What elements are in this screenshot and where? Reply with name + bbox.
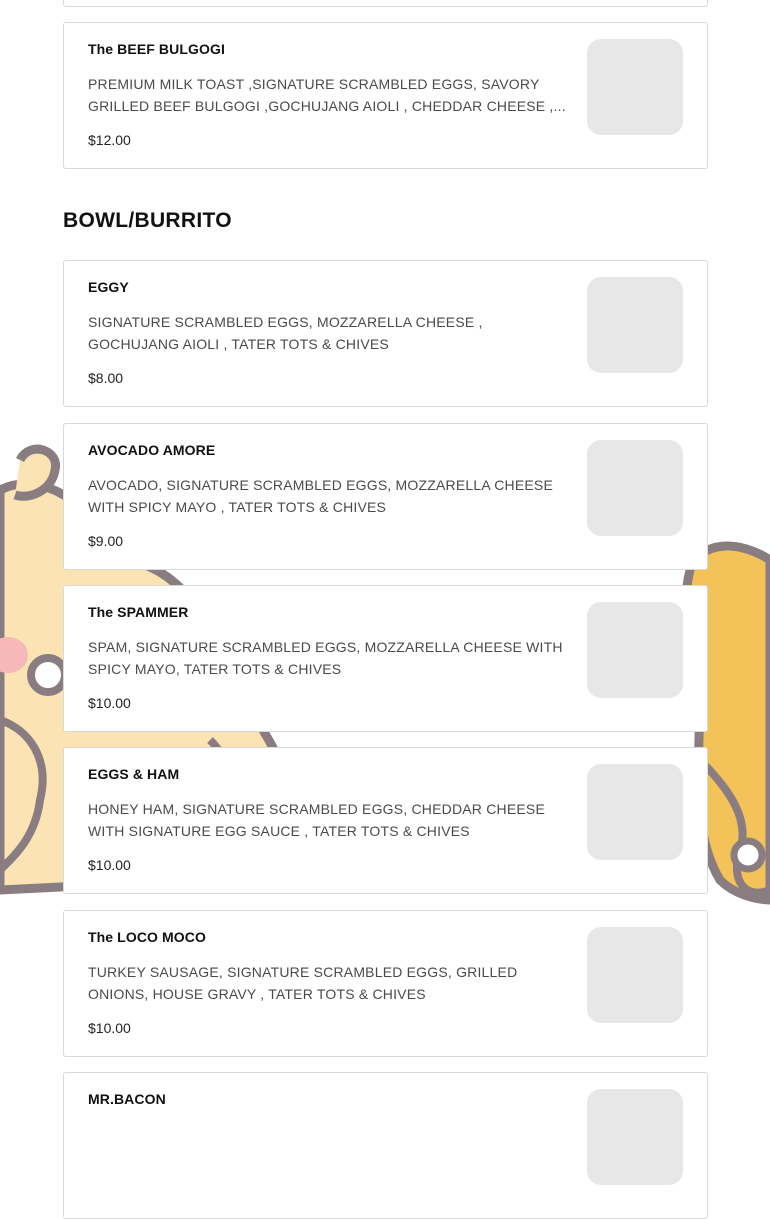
menu-item-image-placeholder[interactable] bbox=[587, 927, 683, 1023]
left-character-eye bbox=[27, 654, 69, 696]
menu-item-description: TURKEY SAUSAGE, SIGNATURE SCRAMBLED EGGS… bbox=[88, 964, 518, 1002]
menu-item-description: SIGNATURE SCRAMBLED EGGS, MOZZARELLA CHE… bbox=[88, 314, 483, 352]
menu-item-image-placeholder[interactable] bbox=[587, 440, 683, 536]
menu-item-card[interactable]: The SPAMMER SPAM, SIGNATURE SCRAMBLED EG… bbox=[63, 585, 708, 732]
menu-item-image-placeholder[interactable] bbox=[587, 764, 683, 860]
menu-item-description: HONEY HAM, SIGNATURE SCRAMBLED EGGS, CHE… bbox=[88, 801, 545, 839]
section-title: BOWL/BURRITO bbox=[63, 209, 232, 232]
menu-item-price: $12.00 bbox=[88, 132, 131, 148]
menu-item-name: EGGS & HAM bbox=[88, 766, 180, 782]
menu-item-image-placeholder[interactable] bbox=[587, 602, 683, 698]
menu-item-card[interactable]: MR.BACON bbox=[63, 1072, 708, 1219]
menu-item-name: MR.BACON bbox=[88, 1091, 166, 1107]
menu-item-name: The LOCO MOCO bbox=[88, 929, 206, 945]
menu-item-card-partial[interactable] bbox=[63, 0, 708, 7]
menu-item-price: $9.00 bbox=[88, 533, 124, 549]
menu-item-name: The SPAMMER bbox=[88, 604, 189, 620]
left-character-ear bbox=[13, 444, 60, 501]
menu-item-description: AVOCADO, SIGNATURE SCRAMBLED EGGS, MOZZA… bbox=[88, 477, 553, 515]
menu-item-price: $8.00 bbox=[88, 370, 124, 386]
menu-item-card[interactable]: EGGY SIGNATURE SCRAMBLED EGGS, MOZZARELL… bbox=[63, 260, 708, 407]
menu-item-image-placeholder[interactable] bbox=[587, 277, 683, 373]
menu-item-description: SPAM, SIGNATURE SCRAMBLED EGGS, MOZZAREL… bbox=[88, 639, 563, 677]
menu-item-price: $10.00 bbox=[88, 695, 131, 711]
menu-item-image-placeholder[interactable] bbox=[587, 39, 683, 135]
menu-item-price: $10.00 bbox=[88, 857, 131, 873]
menu-item-card[interactable]: The BEEF BULGOGI PREMIUM MILK TOAST ,SIG… bbox=[63, 22, 708, 169]
menu-item-name: AVOCADO AMORE bbox=[88, 442, 216, 458]
menu-item-name: The BEEF BULGOGI bbox=[88, 41, 225, 57]
menu-item-name: EGGY bbox=[88, 279, 129, 295]
menu-item-image-placeholder[interactable] bbox=[587, 1089, 683, 1185]
menu-item-card[interactable]: EGGS & HAM HONEY HAM, SIGNATURE SCRAMBLE… bbox=[63, 747, 708, 894]
menu-item-card[interactable]: The LOCO MOCO TURKEY SAUSAGE, SIGNATURE … bbox=[63, 910, 708, 1057]
menu-item-card[interactable]: AVOCADO AMORE AVOCADO, SIGNATURE SCRAMBL… bbox=[63, 423, 708, 570]
menu-item-description: PREMIUM MILK TOAST ,SIGNATURE SCRAMBLED … bbox=[88, 76, 566, 114]
menu-item-price: $10.00 bbox=[88, 1020, 131, 1036]
